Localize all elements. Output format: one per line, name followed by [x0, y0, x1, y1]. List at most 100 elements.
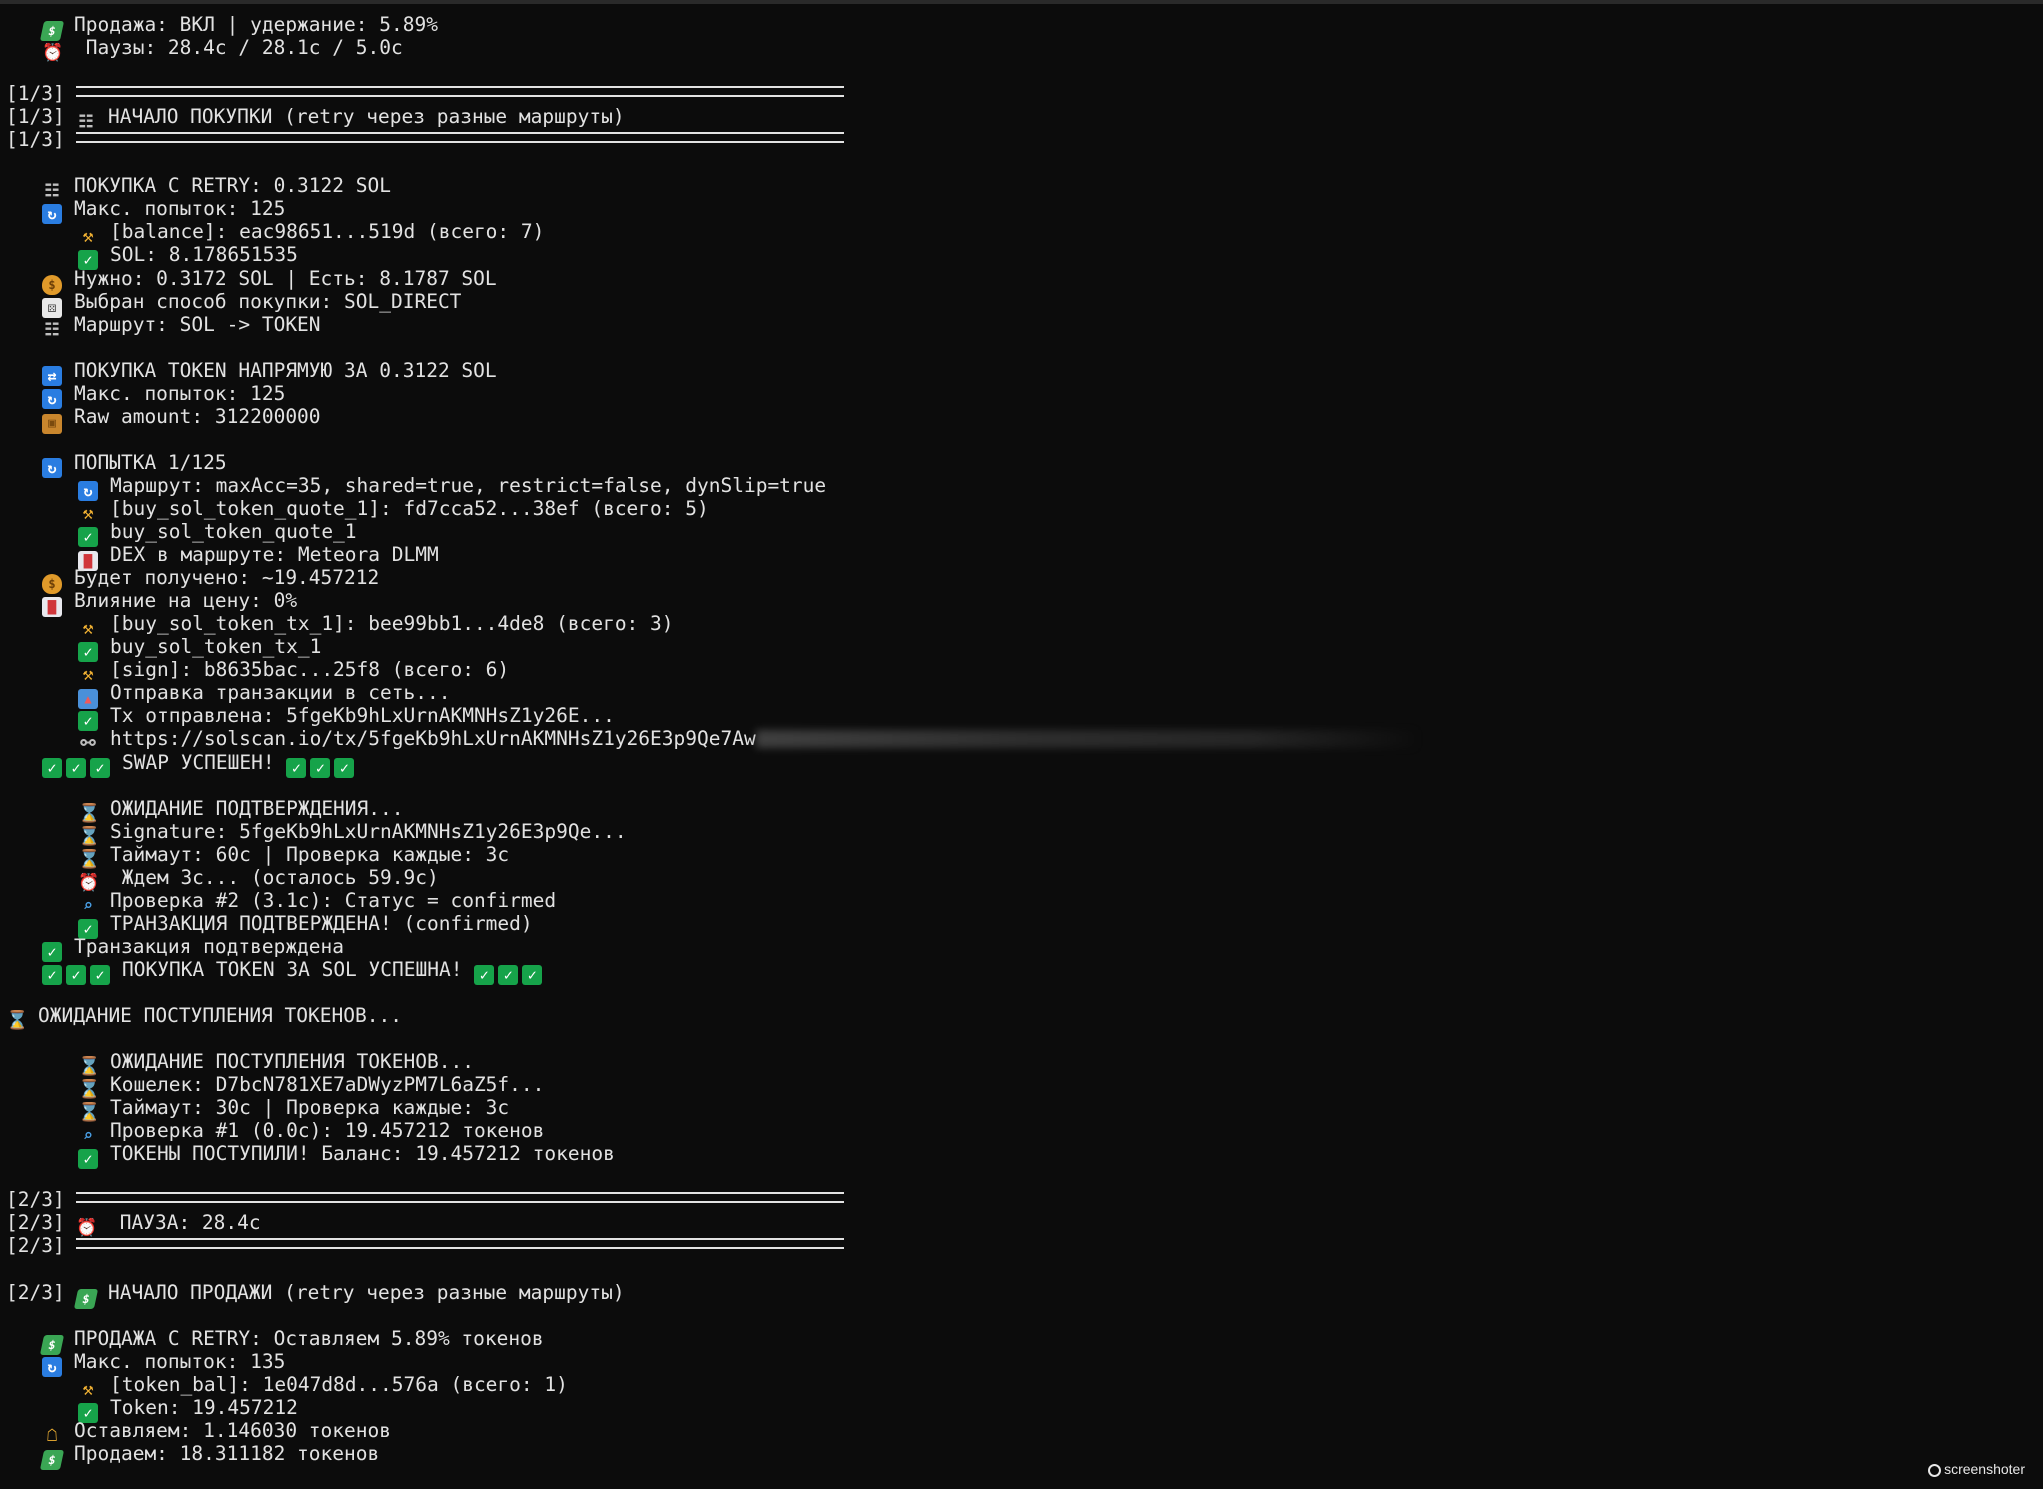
line-text: ТРАНЗАКЦИЯ ПОДТВЕРЖДЕНА! (confirmed)	[110, 911, 533, 935]
flying-money-icon	[39, 1449, 65, 1470]
terminal-line: ПОКУПКА TOKEN НАПРЯМУЮ ЗА 0.3122 SOL	[6, 359, 2026, 386]
terminal-line: Продажа: ВКЛ | удержание: 5.89%	[6, 13, 2026, 41]
step-prefix: [2/3]	[6, 1188, 65, 1212]
line-text: Отправка транзакции в сеть...	[110, 681, 451, 705]
solscan-link[interactable]: https://solscan.io/tx/5fgeKb9hLxUrnAKMNH…	[110, 727, 756, 750]
line-text: DEX в маршруте: Meteora DLMM	[110, 543, 439, 567]
terminal-output[interactable]: Продажа: ВКЛ | удержание: 5.89% Паузы: 2…	[6, 13, 2026, 1470]
terminal-line: ОЖИДАНИЕ ПОСТУПЛЕНИЯ ТОКЕНОВ...	[6, 1004, 2026, 1027]
line-text: ПОПЫТКА 1/125	[74, 450, 227, 474]
line-text: ПРОДАЖА С RETRY: Оставляем 5.89% токенов	[74, 1326, 544, 1350]
line-text: buy_sol_token_quote_1	[110, 520, 357, 544]
line-text: ПОКУПКА TOKEN ЗА SOL УСПЕШНА!	[122, 957, 463, 981]
line-text: Token: 19.457212	[110, 1395, 298, 1419]
terminal-line: ПОПЫТКА 1/125	[6, 450, 2026, 478]
terminal-line: ОЖИДАНИЕ ПОСТУПЛЕНИЯ ТОКЕНОВ...	[6, 1050, 2026, 1073]
step-prefix: [1/3]	[6, 82, 65, 106]
line-text: Выбран способ покупки: SOL_DIRECT	[74, 289, 462, 313]
line-text: [token_bal]: 1e047d8d...576a (всего: 1)	[110, 1372, 568, 1396]
terminal-line: Нужно: 0.3172 SOL | Есть: 8.1787 SOL	[6, 266, 2026, 295]
terminal-line: Транзакция подтверждена	[6, 934, 2026, 962]
terminal-line: [token_bal]: 1e047d8d...576a (всего: 1)	[6, 1373, 2026, 1396]
terminal-line: Signature: 5fgeKb9hLxUrnAKMNHsZ1y26E3p9Q…	[6, 820, 2026, 843]
terminal-line: Таймаут: 30с | Проверка каждые: 3с	[6, 1096, 2026, 1119]
line-text: [buy_sol_token_quote_1]: fd7cca52...38ef…	[110, 496, 709, 520]
terminal-line: Макс. попыток: 125	[6, 381, 2026, 409]
terminal-line: buy_sol_token_quote_1	[6, 520, 2026, 548]
screenshoter-logo-icon	[1928, 1464, 1942, 1477]
terminal-line: Проверка #2 (3.1с): Статус = confirmed	[6, 889, 2026, 912]
terminal-line: Raw amount: 312200000	[6, 405, 2026, 434]
terminal-line: [2/3] ПАУЗА: 28.4с	[6, 1211, 2026, 1234]
terminal-line: Будет получено: ~19.457212	[6, 566, 2026, 595]
line-text: ТОКЕНЫ ПОСТУПИЛИ! Баланс: 19.457212 токе…	[110, 1142, 615, 1166]
line-text: ОЖИДАНИЕ ПОДТВЕРЖДЕНИЯ...	[110, 796, 404, 820]
terminal-line: ПРОДАЖА С RETRY: Оставляем 5.89% токенов	[6, 1326, 2026, 1355]
line-text: Маршрут: SOL -> TOKEN	[74, 312, 321, 336]
line-text: Транзакция подтверждена	[74, 934, 345, 958]
line-text: SWAP УСПЕШЕН!	[122, 750, 275, 774]
line-text: ОЖИДАНИЕ ПОСТУПЛЕНИЯ ТОКЕНОВ...	[110, 1050, 474, 1074]
line-text: Будет получено: ~19.457212	[74, 566, 380, 590]
terminal-line: Паузы: 28.4с / 28.1с / 5.0с	[6, 36, 2026, 59]
line-text: Влияние на цену: 0%	[74, 589, 298, 613]
line-text: Оставляем: 1.146030 токенов	[74, 1418, 391, 1442]
terminal-line: [1/3] НАЧАЛО ПОКУПКИ (retry через разные …	[6, 105, 2026, 128]
terminal-line: Кошелек: D7bcN781XE7aDWyzPM7L6aZ5f...	[6, 1073, 2026, 1096]
screenshoter-watermark: screenshoter	[1928, 1461, 2025, 1477]
terminal-line: [1/3]	[6, 82, 2026, 105]
terminal-line: SOL: 8.178651535	[6, 243, 2026, 271]
line-text: Макс. попыток: 135	[74, 1349, 286, 1373]
line-text: Проверка #1 (0.0с): 19.457212 токенов	[110, 1119, 545, 1143]
terminal-line: Ждем 3с... (осталось 59.9с)	[6, 866, 2026, 889]
terminal-line: https://solscan.io/tx/5fgeKb9hLxUrnAKMNH…	[6, 727, 2026, 750]
terminal-line: Tx отправлена: 5fgeKb9hLxUrnAKMNHsZ1y26E…	[6, 704, 2026, 732]
double-rule-divider	[76, 86, 844, 98]
terminal-line: ПОКУПКА С RETRY: 0.3122 SOL	[6, 174, 2026, 197]
terminal-line: ТРАНЗАКЦИЯ ПОДТВЕРЖДЕНА! (confirmed)	[6, 911, 2026, 939]
terminal-line: Продаем: 18.311182 токенов	[6, 1441, 2026, 1470]
line-text: НАЧАЛО ПОКУПКИ (retry через разные маршр…	[108, 105, 625, 129]
terminal-line: ТОКЕНЫ ПОСТУПИЛИ! Баланс: 19.457212 токе…	[6, 1142, 2026, 1170]
terminal-line: Отправка транзакции в сеть...	[6, 681, 2026, 710]
line-text: Кошелек: D7bcN781XE7aDWyzPM7L6aZ5f...	[110, 1073, 545, 1097]
double-rule-divider	[76, 132, 844, 144]
line-text: buy_sol_token_tx_1	[110, 635, 322, 659]
redacted-blur	[755, 730, 1416, 749]
terminal-line: Таймаут: 60с | Проверка каждые: 3с	[6, 843, 2026, 866]
terminal-line: [sign]: b8635bac...25f8 (всего: 6)	[6, 658, 2026, 681]
terminal-line: Выбран способ покупки: SOL_DIRECT	[6, 289, 2026, 318]
line-text: [balance]: eac98651...519d (всего: 7)	[110, 220, 545, 244]
double-rule-divider	[76, 1238, 844, 1250]
window-top-edge	[0, 0, 2043, 4]
terminal-line: Влияние на цену: 0%	[6, 589, 2026, 618]
terminal-line: Макс. попыток: 125	[6, 197, 2026, 225]
line-text: ПАУЗА: 28.4с	[108, 1211, 261, 1235]
terminal-line: [buy_sol_token_tx_1]: bee99bb1...4de8 (в…	[6, 612, 2026, 635]
terminal-line: Token: 19.457212	[6, 1395, 2026, 1423]
line-text: Маршрут: maxAcc=35, shared=true, restric…	[110, 473, 827, 497]
terminal-line: Маршрут: maxAcc=35, shared=true, restric…	[6, 473, 2026, 501]
terminal-line: [1/3]	[6, 128, 2026, 151]
line-text: Нужно: 0.3172 SOL | Есть: 8.1787 SOL	[74, 266, 497, 290]
line-text: Таймаут: 30с | Проверка каждые: 3с	[110, 1096, 510, 1120]
line-text: Макс. попыток: 125	[74, 197, 286, 221]
double-rule-divider	[76, 1192, 844, 1204]
line-text: Таймаут: 60с | Проверка каждые: 3с	[110, 842, 510, 866]
terminal-line: [2/3]	[6, 1188, 2026, 1211]
terminal-line: DEX в маршруте: Meteora DLMM	[6, 543, 2026, 572]
line-text: ОЖИДАНИЕ ПОСТУПЛЕНИЯ ТОКЕНОВ...	[38, 1004, 402, 1028]
line-text: Макс. попыток: 125	[74, 381, 286, 405]
terminal-line: SWAP УСПЕШЕН!	[6, 750, 2026, 778]
terminal-line: buy_sol_token_tx_1	[6, 635, 2026, 663]
line-text: Продаем: 18.311182 токенов	[74, 1441, 380, 1465]
step-prefix: [2/3]	[6, 1234, 65, 1258]
watermark-text: screenshoter	[1944, 1461, 2025, 1477]
